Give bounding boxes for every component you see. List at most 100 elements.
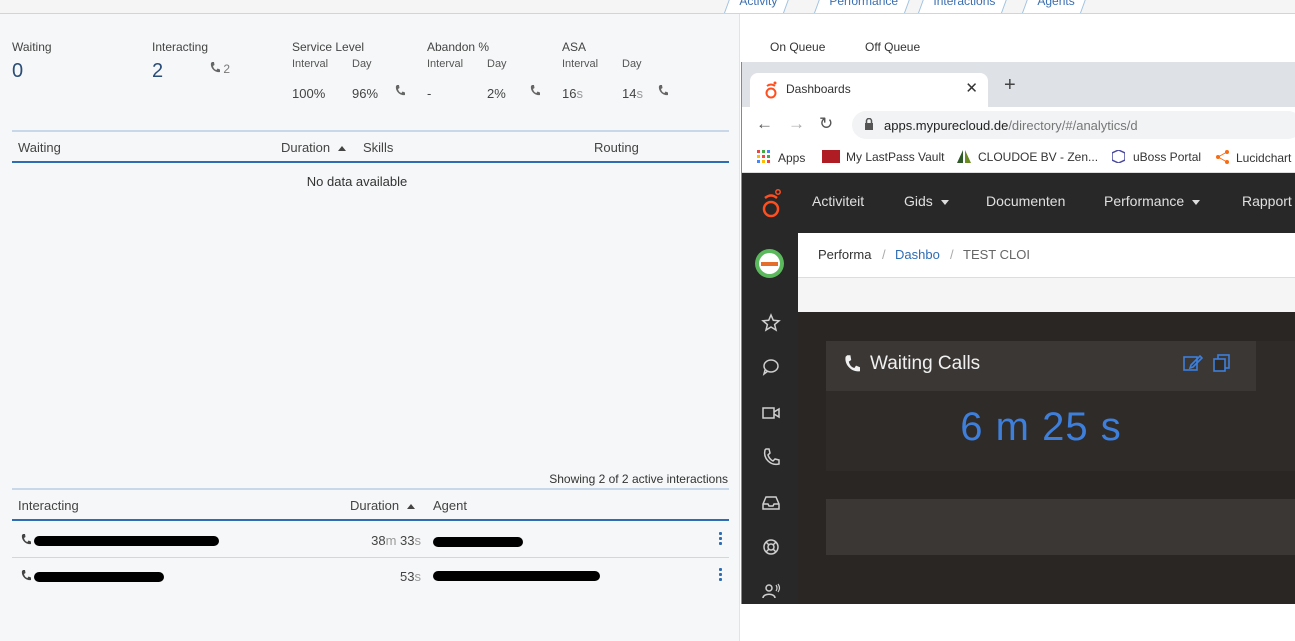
waiting-table-header: Waiting Duration Skills Routing: [12, 130, 729, 163]
browser-tab-strip: Dashboards ✕ +: [742, 62, 1295, 107]
app-sidebar: [742, 233, 798, 604]
abandon-day-value: 2%: [487, 86, 506, 101]
phone-icon: [530, 85, 540, 97]
close-icon[interactable]: ✕: [965, 79, 978, 97]
asa-interval-label: Interval: [562, 58, 599, 70]
tab-interactions[interactable]: Interactions: [917, 0, 1011, 13]
zendesk-icon: [957, 150, 972, 163]
service-level-label: Service Level: [292, 40, 365, 54]
col-duration[interactable]: Duration: [281, 140, 347, 155]
voice-icon[interactable]: [761, 581, 781, 601]
help-icon[interactable]: [761, 537, 781, 557]
inbox-icon[interactable]: [761, 493, 781, 513]
lucidchart-icon: [1215, 150, 1230, 164]
service-day-value: 96%: [352, 86, 379, 101]
nav-performance[interactable]: Performance: [1104, 193, 1201, 209]
chat-icon[interactable]: [761, 357, 781, 377]
video-icon[interactable]: [761, 403, 781, 423]
widget-header: Waiting Calls: [826, 341, 1256, 391]
bookmark-cloudoe[interactable]: CLOUDOE BV - Zen...: [957, 150, 1098, 164]
abandon-stat: Abandon %: [427, 40, 489, 54]
star-icon[interactable]: [761, 313, 781, 333]
tab-activity[interactable]: Activity: [723, 0, 793, 13]
queue-activity-panel: Waiting 0 Interacting 2 2 Service Level …: [0, 14, 740, 641]
breadcrumb-dashboards[interactable]: Dashbo: [895, 247, 940, 262]
browser-tab-title: Dashboards: [786, 82, 851, 96]
col-agent[interactable]: Agent: [433, 498, 467, 513]
nav-documenten[interactable]: Documenten: [986, 193, 1065, 209]
chevron-down-icon: [940, 199, 949, 205]
row-menu-icon[interactable]: [719, 532, 723, 547]
copy-icon[interactable]: [1212, 353, 1232, 376]
phone-icon: [210, 62, 220, 74]
redacted-contact: [34, 572, 164, 582]
forward-icon[interactable]: →: [788, 114, 805, 134]
table-row[interactable]: 38m 33s: [12, 522, 729, 558]
new-tab-icon[interactable]: +: [1004, 74, 1016, 97]
interacting-calls: 2: [210, 62, 230, 76]
phone-icon: [395, 85, 405, 97]
sort-up-icon: [407, 504, 416, 510]
back-icon[interactable]: ←: [756, 114, 773, 134]
address-bar: ← → ↻ apps.mypurecloud.de/directory/#/an…: [742, 107, 1295, 143]
bookmark-apps[interactable]: Apps: [757, 150, 805, 165]
col-skills[interactable]: Skills: [363, 140, 393, 155]
browser-window: Dashboards ✕ + ← → ↻ apps.mypurecloud.de…: [741, 62, 1295, 604]
asa-label: ASA: [562, 40, 587, 54]
interacting-value: 2: [152, 60, 164, 82]
empty-state: No data available: [306, 174, 408, 189]
tab-agents[interactable]: Agents: [1021, 0, 1090, 13]
widget-value: 6 m 25 s: [960, 405, 1122, 449]
on-queue-tab[interactable]: On Queue: [770, 40, 825, 54]
breadcrumb: Performa / Dashbo / TEST CLOI: [798, 233, 1295, 278]
off-queue-tab[interactable]: Off Queue: [865, 40, 920, 54]
chevron-down-icon: [1192, 199, 1201, 205]
interacting-table-header: Interacting Duration Agent: [12, 488, 729, 521]
bookmark-lucidchart[interactable]: Lucidchart: [1215, 150, 1291, 165]
service-interval-value: 100%: [292, 86, 326, 101]
asa-interval-value: 16s: [562, 86, 583, 101]
service-interval-label: Interval: [292, 58, 329, 70]
redacted-agent: [433, 537, 523, 547]
nav-gids[interactable]: Gids: [904, 193, 949, 209]
apps-grid-icon: [757, 150, 772, 163]
reload-icon[interactable]: ↻: [819, 114, 833, 134]
app-top-nav: Activiteit Gids Documenten Performance R…: [742, 173, 1295, 233]
nav-rapport[interactable]: Rapport: [1242, 193, 1292, 209]
asa-day-value: 14s: [622, 86, 643, 101]
waiting-label: Waiting: [12, 40, 52, 54]
breadcrumb-performance[interactable]: Performa: [818, 247, 871, 262]
col-duration[interactable]: Duration: [350, 498, 416, 513]
asa-stat: ASA: [562, 40, 586, 54]
redacted-contact: [34, 536, 219, 546]
url-input[interactable]: apps.mypurecloud.de/directory/#/analytic…: [852, 111, 1295, 139]
tab-performance[interactable]: Performance: [813, 0, 914, 13]
edit-icon[interactable]: [1183, 354, 1204, 375]
col-interacting[interactable]: Interacting: [18, 498, 79, 513]
sort-up-icon: [338, 146, 347, 152]
bookmarks-bar: Apps My LastPass Vault CLOUDOE BV - Zen.…: [742, 143, 1295, 173]
widget-partial: [1256, 341, 1295, 471]
bookmark-uboss[interactable]: uBoss Portal: [1111, 149, 1201, 164]
col-waiting[interactable]: Waiting: [18, 140, 61, 155]
waiting-calls-widget: Waiting Calls 6 m 25 s: [826, 341, 1256, 471]
row-menu-icon[interactable]: [719, 568, 723, 583]
genesys-logo-icon: [764, 81, 778, 102]
table-row[interactable]: 53s: [12, 558, 729, 594]
widget-row: [826, 499, 1295, 555]
redacted-agent: [433, 571, 600, 581]
col-routing[interactable]: Routing: [594, 140, 639, 155]
phone-icon: [21, 533, 31, 548]
bookmark-lastpass[interactable]: My LastPass Vault: [822, 150, 944, 164]
avatar[interactable]: [755, 249, 784, 278]
dashboard-toolbar: [798, 278, 1295, 312]
widget-title: Waiting Calls: [870, 353, 981, 374]
abandon-interval-value: -: [427, 86, 432, 101]
genesys-logo-icon: [762, 189, 782, 222]
browser-tab[interactable]: Dashboards ✕: [750, 73, 988, 107]
interacting-stat: Interacting 2: [152, 40, 208, 83]
nav-activiteit[interactable]: Activiteit: [812, 193, 864, 209]
uboss-icon: [1111, 149, 1127, 164]
phone-icon[interactable]: [761, 447, 781, 467]
row-duration: 38m 33s: [371, 533, 421, 548]
